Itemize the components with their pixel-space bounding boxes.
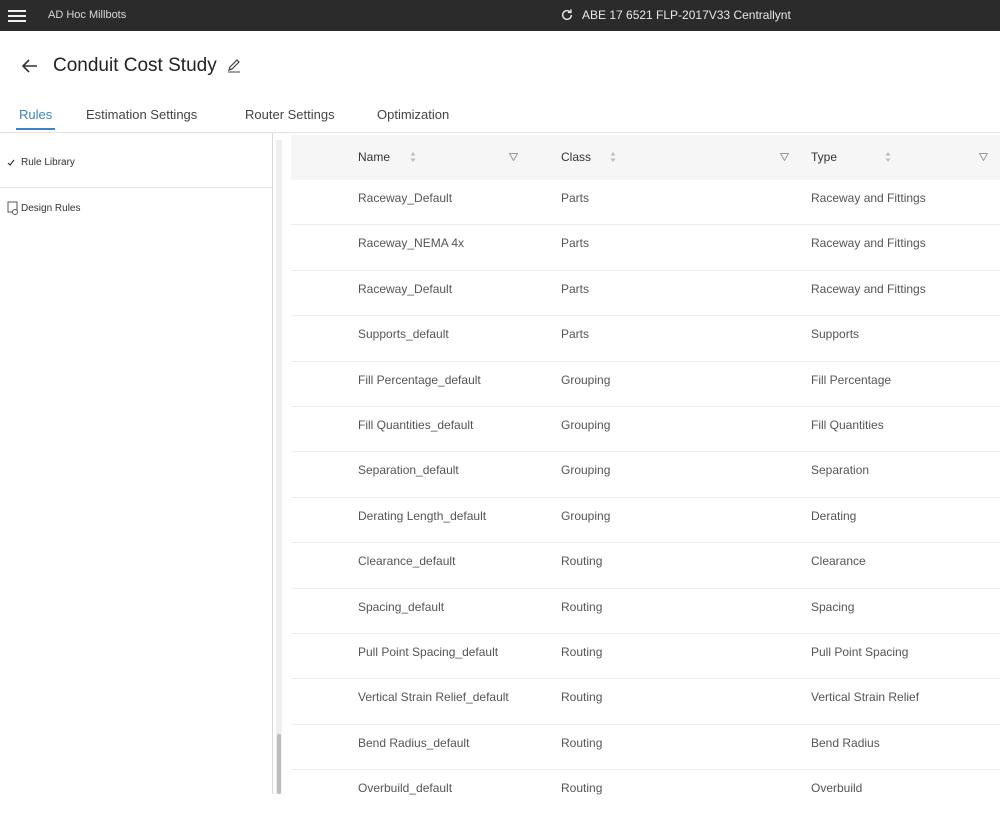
cell-name: Overbuild_default — [358, 781, 453, 796]
cell-class: Grouping — [561, 463, 611, 478]
cell-class: Grouping — [561, 372, 611, 387]
tab-optimization[interactable]: Optimization — [377, 107, 449, 122]
hamburger-menu-icon[interactable] — [8, 7, 26, 23]
tab-bar: Rules Estimation Settings Router Setting… — [0, 96, 1000, 133]
cell-name: Raceway_Default — [358, 191, 453, 205]
cell-type: Raceway and Fittings — [811, 191, 926, 205]
table-row[interactable]: Overbuild_default Routing Overbuild — [291, 770, 1000, 814]
top-bar: AD Hoc Millbots ABE 17 6521 FLP-2017V33 … — [0, 0, 1000, 31]
cell-class: Routing — [561, 735, 603, 750]
cell-class: Parts — [561, 236, 590, 251]
cell-class: Parts — [561, 191, 590, 205]
cell-type: Raceway and Fittings — [811, 281, 926, 296]
filter-icon[interactable] — [509, 153, 518, 161]
table-row[interactable]: Spacing_default Routing Spacing — [291, 589, 1000, 634]
cell-type: Bend Radius — [811, 735, 880, 750]
table-row[interactable]: Derating Length_default Grouping Derating — [291, 498, 1000, 544]
cell-type: Overbuild — [811, 781, 863, 796]
cell-name: Spacing_default — [358, 599, 445, 614]
sidebar-item-label: Design Rules — [21, 202, 81, 214]
cell-type: Vertical Strain Relief — [811, 690, 920, 705]
sort-icon[interactable] — [409, 151, 417, 163]
tab-router-settings[interactable]: Router Settings — [245, 107, 335, 122]
cell-type: Pull Point Spacing — [811, 644, 909, 659]
column-header-class[interactable]: Class — [561, 150, 591, 164]
cell-type: Raceway and Fittings — [811, 236, 926, 251]
table-row[interactable]: Pull Point Spacing_default Routing Pull Po… — [291, 634, 1000, 680]
cell-name: Fill Quantities_default — [358, 417, 474, 432]
cell-name: Raceway_Default — [358, 281, 453, 296]
cell-class: Grouping — [561, 508, 611, 523]
cell-type: Separation — [811, 463, 870, 478]
panel-splitter[interactable] — [272, 133, 273, 794]
back-arrow-icon[interactable] — [18, 54, 42, 78]
table-row[interactable]: Raceway_NEMA 4x Parts Raceway and Fittings — [291, 225, 1000, 271]
sort-icon[interactable] — [609, 151, 617, 163]
table-body: Raceway_Default Parts Raceway and Fittings… — [291, 180, 1000, 814]
table-header: Name Class Type — [291, 135, 1000, 180]
checkmark-icon — [7, 159, 15, 166]
page-title: Conduit Cost Study — [53, 55, 217, 76]
table-row[interactable]: Raceway_Default Parts Raceway and Fittings — [291, 271, 1000, 317]
cell-class: Routing — [561, 690, 603, 705]
project-status: ABE 17 6521 FLP-2017V33 Centrallynt — [560, 8, 791, 22]
cell-class: Routing — [561, 554, 603, 569]
cell-class: Routing — [561, 781, 603, 796]
cell-type: Fill Percentage — [811, 372, 892, 387]
filter-icon[interactable] — [979, 153, 988, 161]
cell-name: Supports_default — [358, 327, 449, 342]
table-row[interactable]: Clearance_default Routing Clearance — [291, 543, 1000, 589]
table-row[interactable]: Separation_default Grouping Separation — [291, 452, 1000, 498]
cell-type: Clearance — [811, 554, 866, 569]
project-status-text: ABE 17 6521 FLP-2017V33 Centrallynt — [582, 8, 791, 22]
table-row[interactable]: Fill Percentage_default Grouping Fill Perc… — [291, 362, 1000, 407]
cell-type: Supports — [811, 327, 860, 342]
table-row[interactable]: Bend Radius_default Routing Bend Radius — [291, 725, 1000, 771]
cell-name: Pull Point Spacing_default — [358, 644, 499, 659]
cell-name: Fill Percentage_default — [358, 372, 481, 387]
cell-type: Derating — [811, 508, 857, 523]
table-row[interactable]: Fill Quantities_default Grouping Fill Quan… — [291, 407, 1000, 453]
rules-table: Name Class Type Raceway_Default Parts Race… — [291, 135, 1000, 795]
sidebar-item-rule-library[interactable]: Rule Library — [7, 157, 75, 168]
app-name: AD Hoc Millbots — [48, 9, 127, 21]
tab-estimation-settings[interactable]: Estimation Settings — [86, 107, 197, 122]
cell-class: Routing — [561, 599, 603, 614]
column-header-type[interactable]: Type — [811, 150, 837, 164]
cell-class: Grouping — [561, 417, 611, 432]
pencil-icon[interactable] — [226, 57, 242, 73]
scrollbar-track[interactable] — [276, 140, 282, 794]
rule-document-icon — [7, 201, 18, 215]
table-row[interactable]: Raceway_Default Parts Raceway and Fittings — [291, 180, 1000, 226]
sidebar-divider — [0, 187, 272, 188]
column-header-name[interactable]: Name — [358, 150, 390, 164]
scrollbar-thumb[interactable] — [277, 734, 281, 794]
cell-name: Raceway_NEMA 4x — [358, 236, 465, 251]
active-tab-indicator — [16, 128, 55, 130]
cell-name: Vertical Strain Relief_default — [358, 690, 509, 705]
table-row[interactable]: Supports_default Parts Supports — [291, 316, 1000, 362]
cell-name: Separation_default — [358, 463, 459, 478]
sidebar-item-design-rules[interactable]: Design Rules — [7, 201, 80, 215]
cell-class: Parts — [561, 281, 590, 296]
cell-class: Routing — [561, 644, 603, 659]
cell-type: Spacing — [811, 599, 855, 614]
cell-type: Fill Quantities — [811, 417, 884, 432]
rules-sidebar: Rule Library Design Rules — [0, 133, 272, 794]
tab-rules[interactable]: Rules — [19, 107, 52, 122]
cell-class: Parts — [561, 327, 590, 342]
sync-icon[interactable] — [560, 8, 574, 22]
cell-name: Derating Length_default — [358, 508, 487, 523]
table-row[interactable]: Vertical Strain Relief_default Routing Ver… — [291, 679, 1000, 725]
sort-icon[interactable] — [884, 151, 892, 163]
filter-icon[interactable] — [780, 153, 789, 161]
cell-name: Clearance_default — [358, 554, 456, 569]
sidebar-item-label: Rule Library — [21, 157, 75, 168]
cell-name: Bend Radius_default — [358, 735, 470, 750]
